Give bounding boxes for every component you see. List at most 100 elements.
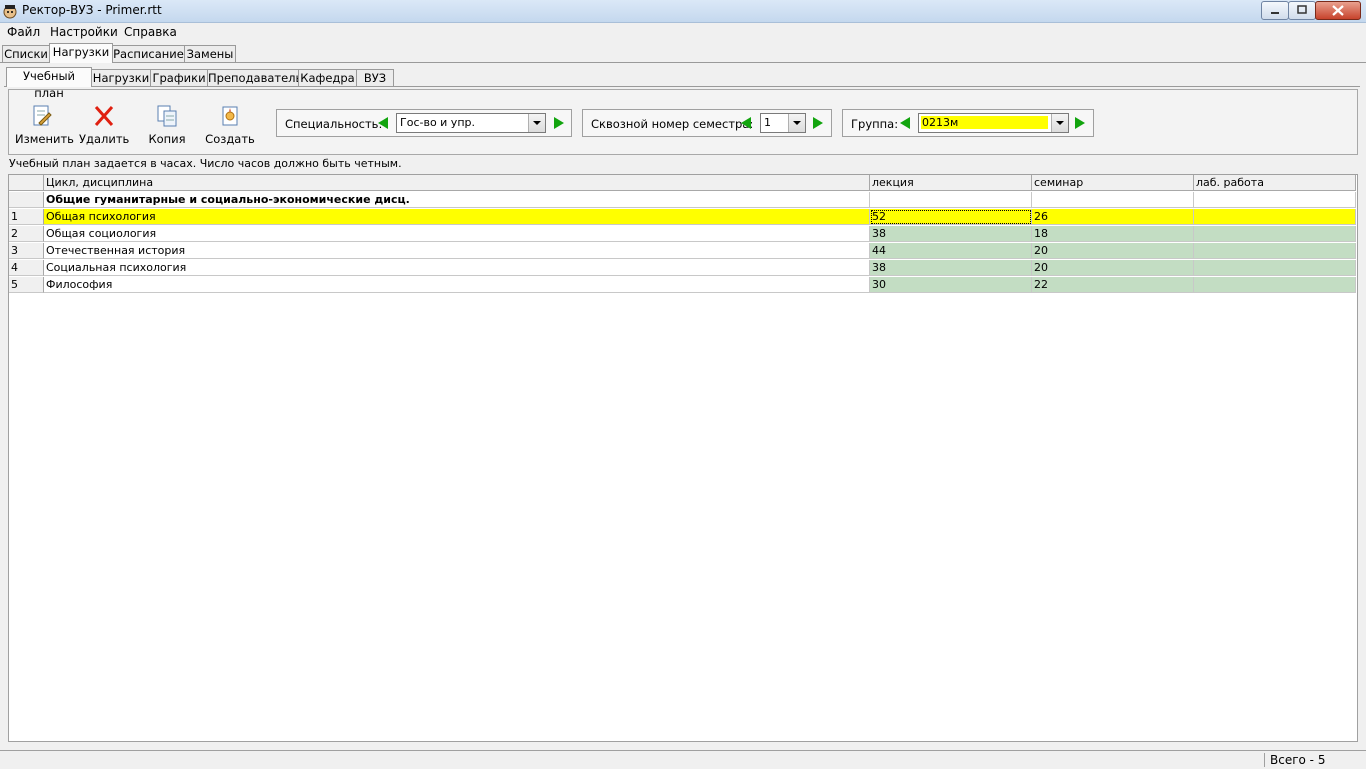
app-icon [3,5,17,19]
tab-replacements[interactable]: Замены [184,45,236,63]
subtab-university[interactable]: ВУЗ [356,69,394,87]
group-group: Группа: 0213м [842,109,1094,137]
semester-select[interactable]: 1 [760,113,806,133]
specialty-select[interactable]: Гос-во и упр. [396,113,546,133]
group-next-icon[interactable] [1075,117,1085,129]
seminar-cell[interactable]: 20 [1032,243,1194,259]
seminar-cell[interactable]: 22 [1032,277,1194,293]
lab-cell[interactable] [1194,226,1356,242]
edit-label: Изменить [15,132,74,146]
lab-cell[interactable] [1194,209,1356,225]
copy-button[interactable]: Копия [145,104,189,146]
group-select[interactable]: 0213м [918,113,1069,133]
group-prev-icon[interactable] [900,117,910,129]
new-document-icon [222,106,238,126]
column-header-lab[interactable]: лаб. работа [1194,175,1356,191]
restore-icon [1297,5,1307,14]
edit-button[interactable]: Изменить [15,104,74,146]
maximize-button[interactable] [1288,1,1316,20]
discipline-name: Социальная психология [44,260,870,276]
subtab-charts[interactable]: Графики [150,69,208,87]
chevron-down-icon[interactable] [788,114,805,132]
table-row[interactable]: 2 Общая социология 38 18 [9,226,1357,243]
lab-cell[interactable] [1194,243,1356,259]
subtab-teacher[interactable]: Преподаватель [207,69,302,87]
status-bar: Всего - 5 [0,750,1366,769]
subtab-curriculum[interactable]: Учебный план [6,67,92,100]
table-row[interactable]: 3 Отечественная история 44 20 [9,243,1357,260]
minimize-icon [1271,12,1279,14]
hint-text: Учебный план задается в часах. Число час… [9,157,402,170]
menu-help[interactable]: Справка [124,25,177,39]
toolbar: Изменить Удалить Копия Создать Специальн… [8,89,1358,155]
subtab-department[interactable]: Кафедра [298,69,357,87]
row-number: 4 [9,260,44,276]
lecture-cell[interactable]: 30 [870,277,1032,293]
window-title: Ректор-ВУЗ - Primer.rtt [22,3,162,17]
semester-prev-icon[interactable] [741,117,751,129]
semester-group: Сквозной номер семестра: 1 [582,109,832,137]
group-header-row[interactable]: Общие гуманитарные и социально-экономиче… [9,192,1357,209]
menu-file[interactable]: Файл [7,25,40,39]
table-row[interactable]: 5 Философия 30 22 [9,277,1357,294]
lecture-cell[interactable]: 38 [870,226,1032,242]
lab-cell[interactable] [1194,277,1356,293]
copy-label: Копия [148,132,186,146]
tab-loads[interactable]: Нагрузки [49,43,113,63]
semester-next-icon[interactable] [813,117,823,129]
row-number: 1 [9,209,44,225]
specialty-value: Гос-во и упр. [400,116,475,129]
semester-label: Сквозной номер семестра: [591,117,754,131]
close-icon [1332,5,1344,16]
table-row[interactable]: 4 Социальная психология 38 20 [9,260,1357,277]
subtab-panel-border [4,86,1360,87]
discipline-name: Отечественная история [44,243,870,259]
table-row[interactable]: 1 Общая психология 52 26 [9,209,1357,226]
lab-cell[interactable] [1194,260,1356,276]
delete-icon [94,106,114,126]
menu-settings[interactable]: Настройки [50,25,118,39]
chevron-down-icon[interactable] [528,114,545,132]
discipline-name: Философия [44,277,870,293]
close-button[interactable] [1315,1,1361,20]
create-label: Создать [205,132,255,146]
row-number: 3 [9,243,44,259]
delete-label: Удалить [79,132,130,146]
seminar-cell[interactable]: 26 [1032,209,1194,225]
curriculum-grid[interactable]: Цикл, дисциплина лекция семинар лаб. раб… [8,174,1358,742]
delete-button[interactable]: Удалить [79,104,129,146]
chevron-down-icon[interactable] [1051,114,1068,132]
specialty-next-icon[interactable] [554,117,564,129]
minimize-button[interactable] [1261,1,1289,20]
copy-icon [157,105,177,127]
lecture-cell[interactable]: 38 [870,260,1032,276]
seminar-cell[interactable]: 20 [1032,260,1194,276]
row-number: 5 [9,277,44,293]
discipline-group-name: Общие гуманитарные и социально-экономиче… [44,192,870,208]
tab-panel-border [0,62,1366,63]
lecture-cell[interactable] [870,192,1032,208]
group-label: Группа: [851,117,899,131]
tab-lists[interactable]: Списки [2,45,50,63]
tab-schedule[interactable]: Расписание [112,45,185,63]
semester-value: 1 [764,116,771,129]
menu-bar: Файл Настройки Справка [0,23,1366,41]
column-header-lecture[interactable]: лекция [870,175,1032,191]
title-bar: Ректор-ВУЗ - Primer.rtt [0,0,1366,23]
specialty-prev-icon[interactable] [378,117,388,129]
group-value: 0213м [921,116,1048,129]
seminar-cell[interactable] [1032,192,1194,208]
grid-header-row: Цикл, дисциплина лекция семинар лаб. раб… [9,175,1357,192]
lab-cell[interactable] [1194,192,1356,208]
discipline-name: Общая психология [44,209,870,225]
create-button[interactable]: Создать [205,104,255,146]
subtab-loads[interactable]: Нагрузки [91,69,151,87]
specialty-group: Специальность: Гос-во и упр. [276,109,572,137]
column-header-seminar[interactable]: семинар [1032,175,1194,191]
row-number [9,192,44,208]
column-header-discipline[interactable]: Цикл, дисциплина [44,175,870,191]
row-number-header [9,175,44,191]
lecture-cell[interactable]: 44 [870,243,1032,259]
seminar-cell[interactable]: 18 [1032,226,1194,242]
lecture-cell[interactable]: 52 [870,209,1032,225]
